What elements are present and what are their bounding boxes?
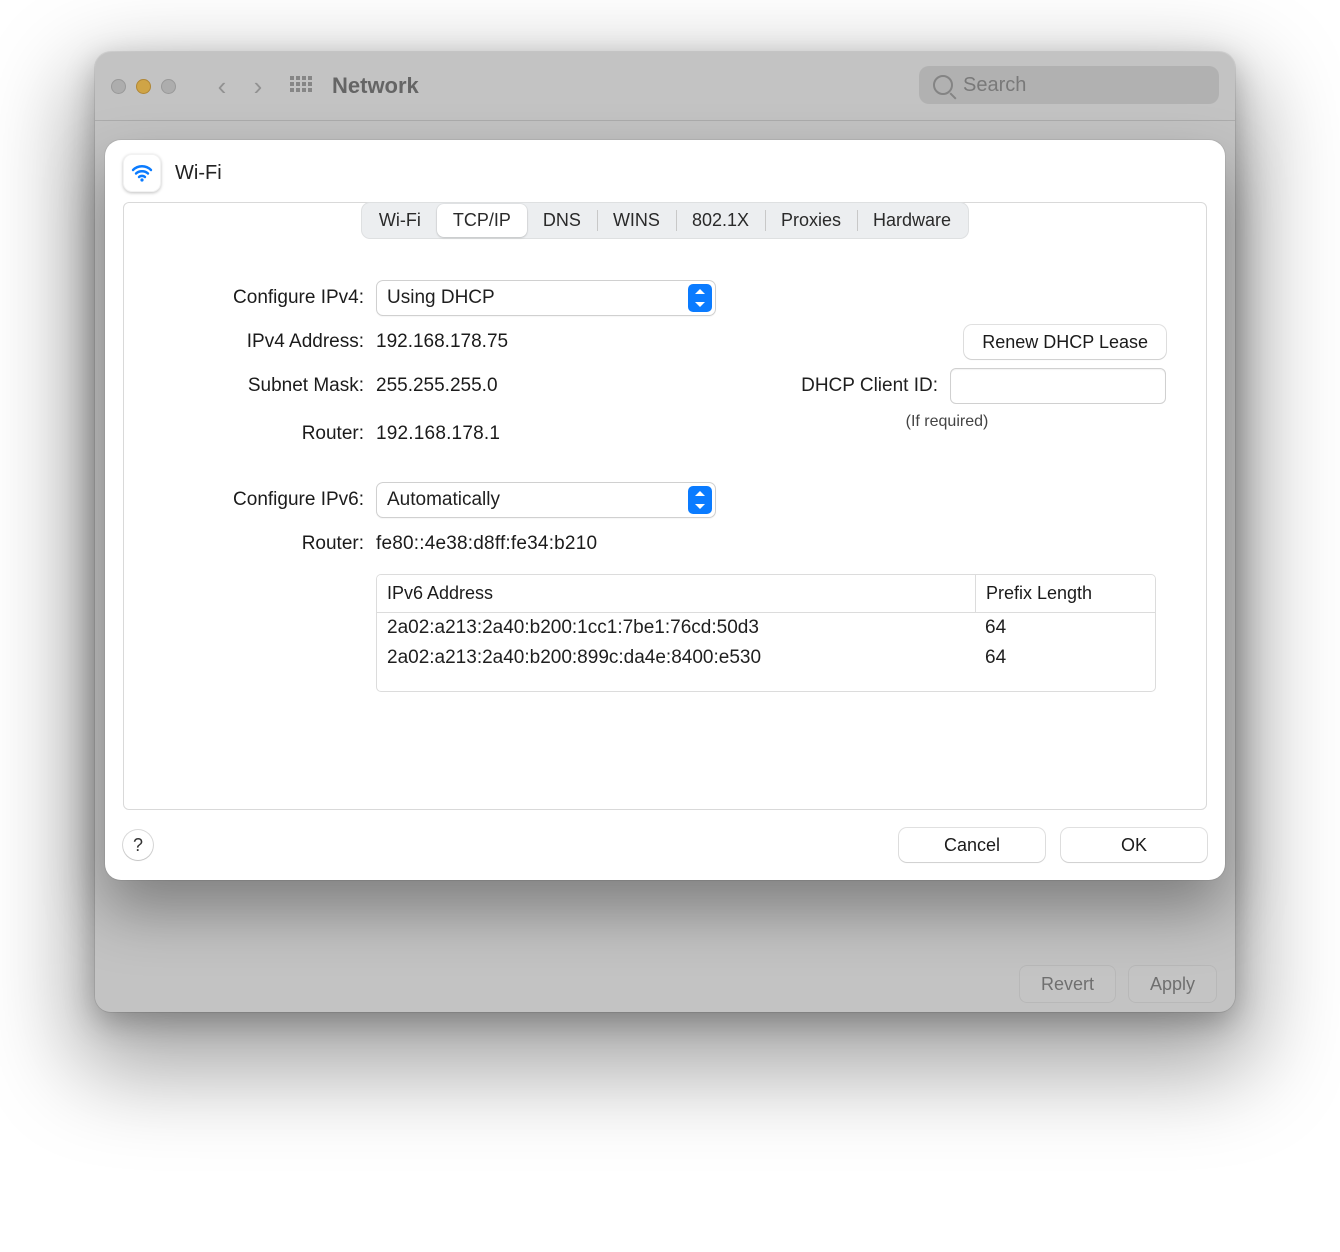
revert-button[interactable]: Revert bbox=[1019, 965, 1116, 1003]
ipv6-router-value: fe80::4e38:d8ff:fe34:b210 bbox=[376, 533, 1166, 555]
configure-ipv6-value: Automatically bbox=[387, 489, 500, 511]
search-field[interactable]: Search bbox=[919, 66, 1219, 104]
dhcp-client-id-hint: (If required) bbox=[842, 413, 1052, 431]
search-icon bbox=[933, 75, 953, 95]
titlebar: ‹ › Network Search bbox=[95, 52, 1235, 121]
configure-ipv6-select[interactable]: Automatically bbox=[376, 482, 716, 518]
cell-ipv6-addr: 2a02:a213:2a40:b200:899c:da4e:8400:e530 bbox=[377, 643, 975, 673]
tab-wi-fi[interactable]: Wi-Fi bbox=[363, 204, 437, 237]
help-button[interactable]: ? bbox=[123, 830, 153, 860]
close-dot[interactable] bbox=[111, 79, 126, 94]
tab-bar: Wi-FiTCP/IPDNSWINS802.1XProxiesHardware bbox=[124, 202, 1206, 239]
dhcp-client-id-label: DHCP Client ID: bbox=[801, 375, 938, 397]
cell-prefix-length: 64 bbox=[975, 613, 1155, 643]
configure-ipv4-label: Configure IPv4: bbox=[164, 287, 364, 309]
ok-button[interactable]: OK bbox=[1061, 828, 1207, 862]
cell-prefix-length: 64 bbox=[975, 643, 1155, 673]
tab-tcp-ip[interactable]: TCP/IP bbox=[437, 204, 527, 237]
th-ipv6-addr: IPv6 Address bbox=[377, 575, 975, 612]
ipv4-router-value: 192.168.178.1 bbox=[376, 423, 716, 445]
content-frame: Wi-FiTCP/IPDNSWINS802.1XProxiesHardware … bbox=[123, 202, 1207, 810]
nav-buttons: ‹ › bbox=[204, 71, 276, 102]
traffic-lights bbox=[111, 79, 176, 94]
tab-802-1x[interactable]: 802.1X bbox=[676, 204, 765, 237]
form-area: Configure IPv4: Using DHCP IPv4 Address:… bbox=[124, 240, 1206, 702]
configure-ipv6-label: Configure IPv6: bbox=[164, 489, 364, 511]
select-stepper-icon bbox=[688, 486, 712, 514]
ipv6-router-label: Router: bbox=[164, 533, 364, 555]
sheet-header: Wi-Fi bbox=[105, 140, 1225, 192]
configure-ipv4-select[interactable]: Using DHCP bbox=[376, 280, 716, 316]
apply-button[interactable]: Apply bbox=[1128, 965, 1217, 1003]
window-bottom-bar: Revert Apply bbox=[1019, 965, 1217, 1003]
ipv4-router-label: Router: bbox=[164, 423, 364, 445]
ipv6-address-table: IPv6 Address Prefix Length 2a02:a213:2a4… bbox=[376, 574, 1156, 692]
subnet-mask-value: 255.255.255.0 bbox=[376, 375, 716, 397]
minimize-dot[interactable] bbox=[136, 79, 151, 94]
tab-dns[interactable]: DNS bbox=[527, 204, 597, 237]
table-header: IPv6 Address Prefix Length bbox=[377, 575, 1155, 613]
th-prefix-length: Prefix Length bbox=[975, 575, 1155, 612]
wifi-icon bbox=[123, 154, 161, 192]
select-stepper-icon bbox=[688, 284, 712, 312]
search-placeholder: Search bbox=[963, 74, 1026, 97]
ipv4-address-value: 192.168.178.75 bbox=[376, 331, 716, 353]
interface-name: Wi-Fi bbox=[175, 162, 222, 185]
sheet-footer: ? Cancel OK bbox=[105, 822, 1225, 880]
cell-ipv6-addr: 2a02:a213:2a40:b200:1cc1:7be1:76cd:50d3 bbox=[377, 613, 975, 643]
configure-ipv4-value: Using DHCP bbox=[387, 287, 495, 309]
tab-proxies[interactable]: Proxies bbox=[765, 204, 857, 237]
dhcp-client-id-field[interactable] bbox=[950, 368, 1166, 404]
ipv4-address-label: IPv4 Address: bbox=[164, 331, 364, 353]
back-button[interactable]: ‹ bbox=[204, 71, 240, 102]
tab-hardware[interactable]: Hardware bbox=[857, 204, 967, 237]
zoom-dot[interactable] bbox=[161, 79, 176, 94]
table-row[interactable]: 2a02:a213:2a40:b200:899c:da4e:8400:e5306… bbox=[377, 643, 1155, 673]
subnet-mask-label: Subnet Mask: bbox=[164, 375, 364, 397]
all-prefs-icon[interactable] bbox=[290, 76, 310, 96]
cancel-button[interactable]: Cancel bbox=[899, 828, 1045, 862]
renew-dhcp-button[interactable]: Renew DHCP Lease bbox=[964, 325, 1166, 359]
table-row[interactable]: 2a02:a213:2a40:b200:1cc1:7be1:76cd:50d36… bbox=[377, 613, 1155, 643]
window-title: Network bbox=[332, 73, 419, 99]
tcpip-sheet: Wi-Fi Wi-FiTCP/IPDNSWINS802.1XProxiesHar… bbox=[105, 140, 1225, 880]
forward-button[interactable]: › bbox=[240, 71, 276, 102]
tab-wins[interactable]: WINS bbox=[597, 204, 676, 237]
